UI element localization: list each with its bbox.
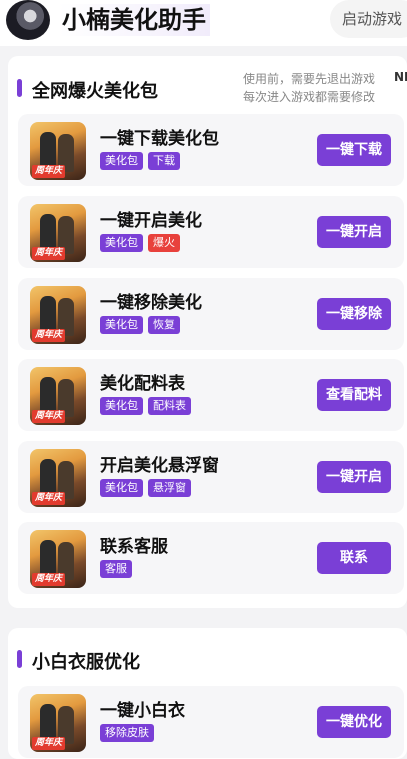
- item-title: 联系客服: [100, 537, 168, 557]
- notice-line: 使用前，需要先退出游戏: [243, 72, 376, 86]
- tag-badge: 移除皮肤: [100, 724, 154, 742]
- tag-list: 客服: [100, 560, 132, 578]
- tag-badge: 客服: [100, 560, 132, 578]
- game-icon: 周年庆: [30, 286, 86, 344]
- tag-list: 美化包 悬浮窗: [100, 479, 191, 497]
- tag-badge: 美化包: [100, 152, 143, 170]
- item-title: 一键开启美化: [100, 211, 202, 231]
- tag-badge: 悬浮窗: [148, 479, 191, 497]
- avatar[interactable]: [6, 0, 50, 40]
- item-title: 一键下载美化包: [100, 129, 219, 149]
- anniversary-badge: 周年庆: [32, 247, 66, 260]
- tag-badge: 美化包: [100, 316, 143, 334]
- list-item: 周年庆 一键下载美化包 美化包 下载 一键下载: [18, 114, 404, 186]
- anniversary-badge: 周年庆: [32, 329, 66, 342]
- item-title: 一键移除美化: [100, 293, 202, 313]
- tag-list: 美化包 配料表: [100, 397, 191, 415]
- tag-badge: 美化包: [100, 397, 143, 415]
- action-button[interactable]: 查看配料: [317, 379, 391, 411]
- list-item: 周年庆 开启美化悬浮窗 美化包 悬浮窗 一键开启: [18, 441, 404, 513]
- app-title: 小楠美化助手: [58, 4, 210, 36]
- start-game-button[interactable]: 启动游戏: [330, 0, 407, 38]
- notice-line: 每次进入游戏都需要修改: [243, 90, 376, 104]
- tag-list: 美化包 下载: [100, 152, 180, 170]
- game-icon: 周年庆: [30, 122, 86, 180]
- list-item: 周年庆 联系客服客服 联系: [18, 522, 404, 594]
- section-title: 全网爆火美化包: [32, 81, 158, 102]
- game-icon: 周年庆: [30, 204, 86, 262]
- anniversary-badge: 周年庆: [32, 492, 66, 505]
- list-item: 周年庆 一键开启美化 美化包 爆火 一键开启: [18, 196, 404, 268]
- tag-list: 移除皮肤: [100, 724, 154, 742]
- action-button[interactable]: 一键开启: [317, 461, 391, 493]
- tag-list: 美化包 恢复: [100, 316, 180, 334]
- tag-badge: 下载: [148, 152, 180, 170]
- action-button[interactable]: 一键下载: [317, 134, 391, 166]
- action-button[interactable]: 一键优化: [317, 706, 391, 738]
- tag-badge: 配料表: [148, 397, 191, 415]
- section-accent-bar: [17, 79, 22, 97]
- tag-badge: 美化包: [100, 234, 143, 252]
- action-button[interactable]: 一键移除: [317, 298, 391, 330]
- action-button[interactable]: 一键开启: [317, 216, 391, 248]
- tag-badge: 恢复: [148, 316, 180, 334]
- game-icon: 周年庆: [30, 367, 86, 425]
- game-icon: 周年庆: [30, 530, 86, 588]
- section-accent-bar: [17, 650, 22, 668]
- anniversary-badge: 周年庆: [32, 737, 66, 750]
- anniversary-badge: 周年庆: [32, 410, 66, 423]
- list-item: 周年庆 一键小白衣移除皮肤 一键优化: [18, 686, 404, 758]
- item-title: 一键小白衣: [100, 701, 185, 721]
- list-item: 周年庆 美化配料表美化包 配料表 查看配料: [18, 359, 404, 431]
- top-bar: 小楠美化助手 启动游戏: [0, 0, 407, 46]
- item-title: 美化配料表: [100, 374, 185, 394]
- anniversary-badge: 周年庆: [32, 573, 66, 586]
- usage-notice: 使用前，需要先退出游戏 每次进入游戏都需要修改: [243, 70, 383, 106]
- anniversary-badge: 周年庆: [32, 165, 66, 178]
- notice-tag: NE: [394, 70, 407, 84]
- tag-badge: 爆火: [148, 234, 180, 252]
- action-button[interactable]: 联系: [317, 542, 391, 574]
- tag-badge: 美化包: [100, 479, 143, 497]
- item-title: 开启美化悬浮窗: [100, 456, 219, 476]
- game-icon: 周年庆: [30, 694, 86, 752]
- list-item: 周年庆 一键移除美化 美化包 恢复 一键移除: [18, 278, 404, 350]
- game-icon: 周年庆: [30, 449, 86, 507]
- section-title: 小白衣服优化: [32, 652, 140, 673]
- tag-list: 美化包 爆火: [100, 234, 180, 252]
